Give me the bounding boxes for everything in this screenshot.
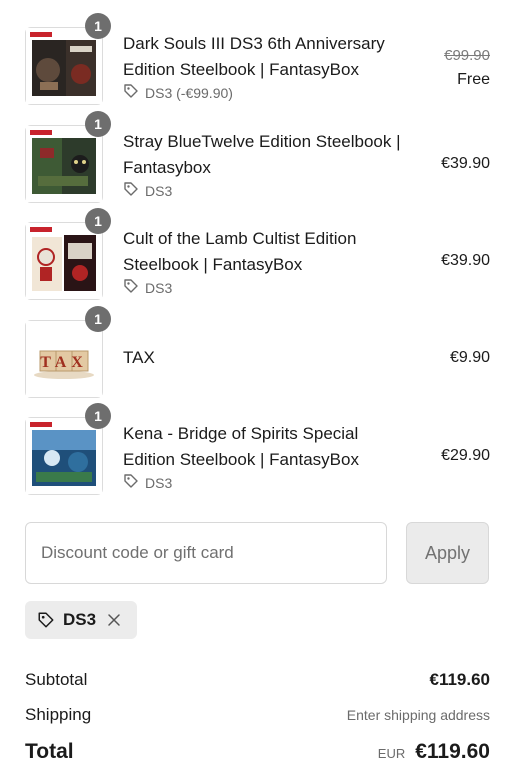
applied-discount-code: DS3	[63, 610, 97, 629]
item-title: Dark Souls III DS3 6th Anniversary Editi…	[123, 34, 385, 79]
order-item: 1 Kena - Bridge of Spirits Special Editi…	[25, 403, 490, 497]
shipping-value: Enter shipping address	[346, 707, 490, 723]
tax-block-text: TAX	[40, 354, 88, 371]
item-discount: DS3 (-€99.90)	[123, 83, 233, 102]
item-title: Kena - Bridge of Spirits Special Edition…	[123, 424, 359, 469]
quantity-badge: 1	[85, 208, 111, 234]
item-price: €29.90	[441, 447, 490, 464]
order-item: 1 Cult of the Lamb Cultist Edition Steel…	[25, 208, 490, 302]
applied-discount-chip: DS3	[25, 601, 137, 639]
item-price: €9.90	[449, 349, 490, 366]
tag-icon	[123, 278, 139, 297]
item-price: €39.90	[441, 155, 490, 172]
total-row: Total EUR €119.60	[25, 740, 490, 764]
item-price-block: €99.90 Free	[444, 44, 490, 92]
item-title: TAX	[123, 348, 155, 367]
quantity-badge: 1	[85, 306, 111, 332]
item-discount-label: DS3	[145, 182, 173, 199]
item-title: Stray BlueTwelve Edition Steelbook | Fan…	[123, 132, 401, 177]
shipping-label: Shipping	[25, 705, 92, 724]
subtotal-label: Subtotal	[25, 670, 88, 689]
total-label: Total	[25, 740, 74, 763]
tag-icon	[123, 83, 139, 102]
tag-icon	[37, 611, 55, 629]
discount-code-input[interactable]	[25, 522, 387, 584]
discount-form: Apply	[25, 522, 490, 584]
quantity-badge: 1	[85, 403, 111, 429]
tag-icon	[123, 473, 139, 492]
item-original-price: €99.90	[444, 47, 490, 64]
quantity-badge: 1	[85, 111, 111, 137]
item-discount-label: DS3	[145, 279, 173, 296]
item-discount-label: DS3	[145, 474, 173, 491]
order-item: 1 Stray BlueTwelve Edition Steelbook | F…	[25, 111, 490, 205]
item-discount-label: DS3 (-€99.90)	[145, 84, 233, 101]
item-price: €39.90	[441, 252, 490, 269]
product-image	[25, 222, 103, 300]
total-value: €119.60	[415, 740, 490, 763]
order-item: 1 Dark Souls III DS3 6th Anniversary Edi…	[25, 13, 490, 107]
quantity-badge: 1	[85, 13, 111, 39]
item-price: Free	[457, 71, 490, 88]
subtotal-row: Subtotal €119.60	[25, 670, 490, 690]
apply-button[interactable]: Apply	[406, 522, 489, 584]
subtotal-value: €119.60	[429, 670, 490, 689]
remove-discount-icon[interactable]	[106, 612, 122, 628]
product-image	[25, 27, 103, 105]
currency-code: EUR	[377, 746, 406, 761]
item-discount: DS3	[123, 181, 172, 200]
tag-icon	[123, 181, 139, 200]
item-discount: DS3	[123, 278, 172, 297]
order-item: TAX 1 TAX €9.90	[25, 306, 490, 400]
item-title: Cult of the Lamb Cultist Edition Steelbo…	[123, 229, 357, 274]
item-discount: DS3	[123, 473, 172, 492]
product-image	[25, 125, 103, 203]
product-image	[25, 417, 103, 495]
total-amount: EUR €119.60	[378, 740, 490, 764]
product-image: TAX	[25, 320, 103, 398]
shipping-row: Shipping Enter shipping address	[25, 705, 490, 725]
